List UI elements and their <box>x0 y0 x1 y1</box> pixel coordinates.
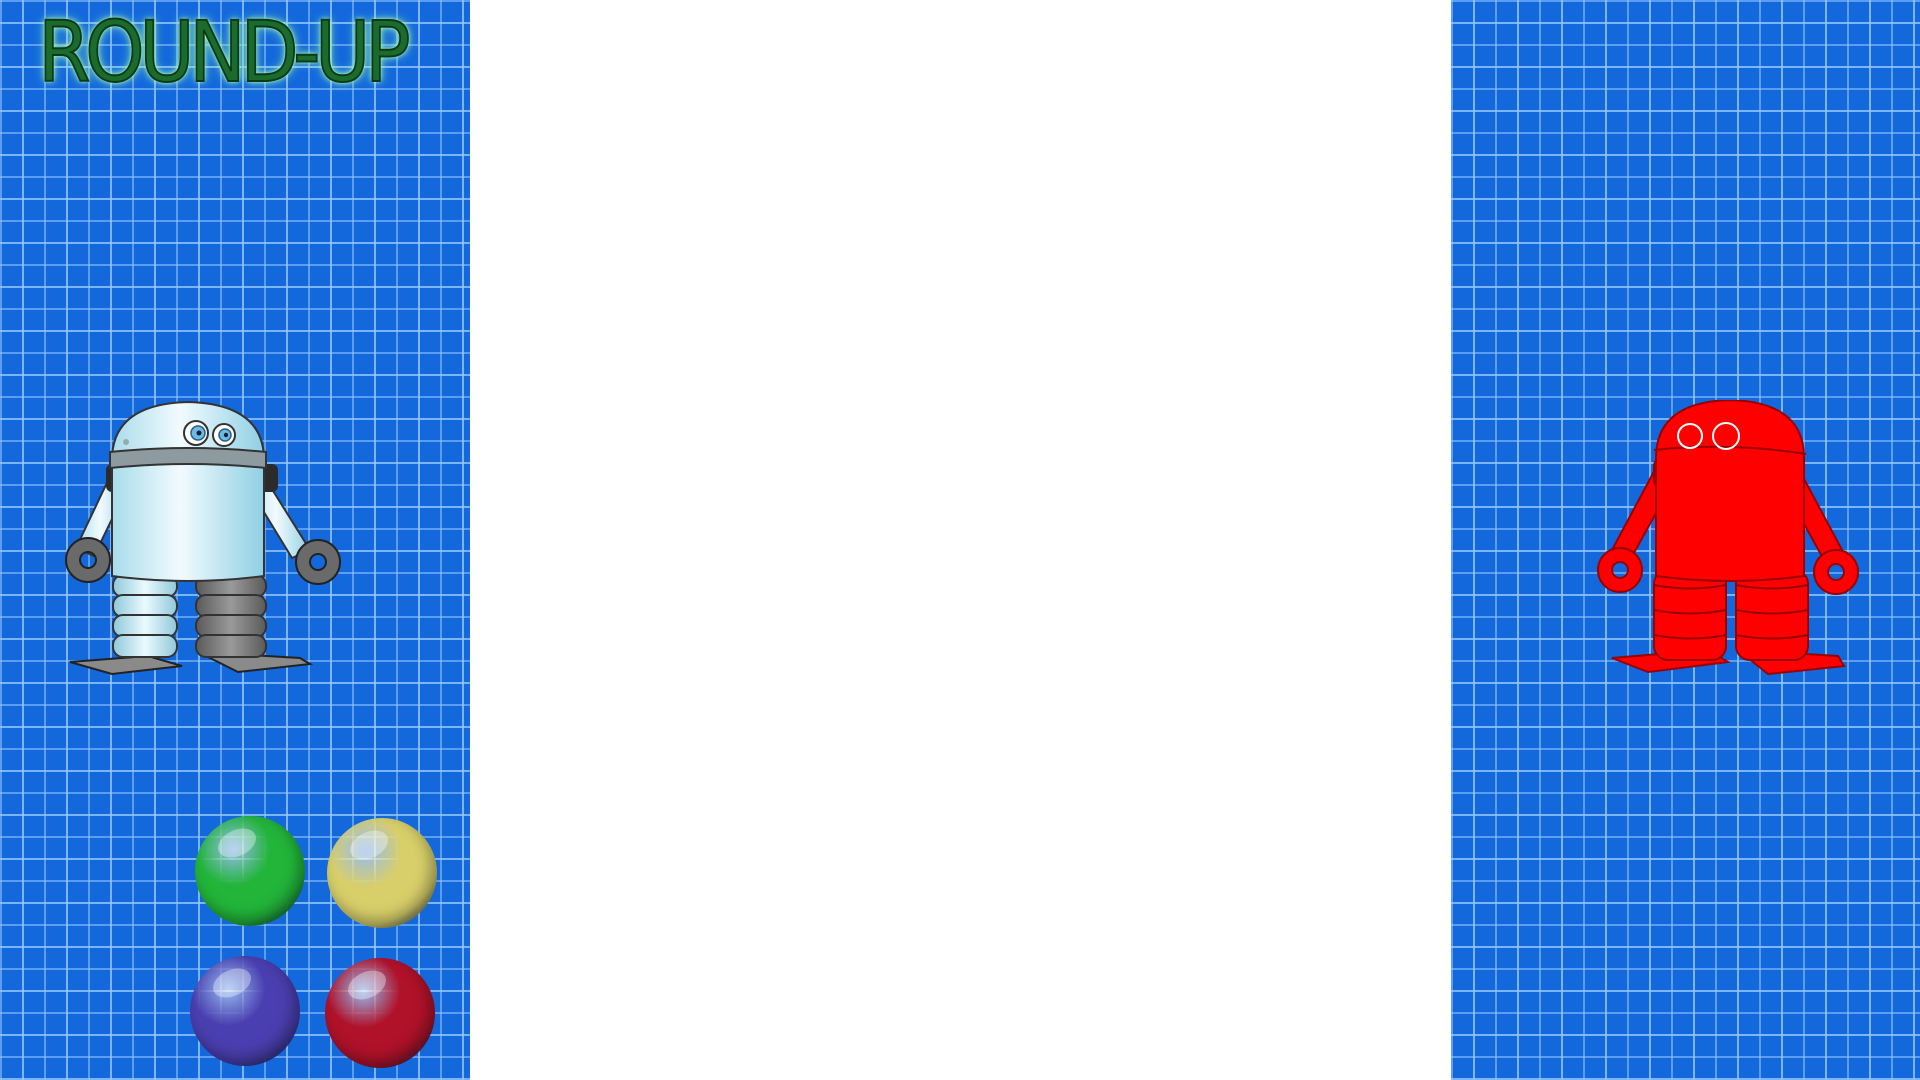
yellow-ball[interactable] <box>327 818 437 928</box>
opponent-robot-icon <box>1597 400 1860 676</box>
blue-ball[interactable] <box>190 956 300 1066</box>
red-ball[interactable] <box>325 958 435 1068</box>
play-area[interactable] <box>470 0 1451 1080</box>
game-title: ROUND-UP <box>37 3 411 101</box>
green-ball[interactable] <box>195 816 305 926</box>
player-robot-icon <box>65 400 342 676</box>
game-stage: ROUND-UP <box>0 0 1920 1080</box>
